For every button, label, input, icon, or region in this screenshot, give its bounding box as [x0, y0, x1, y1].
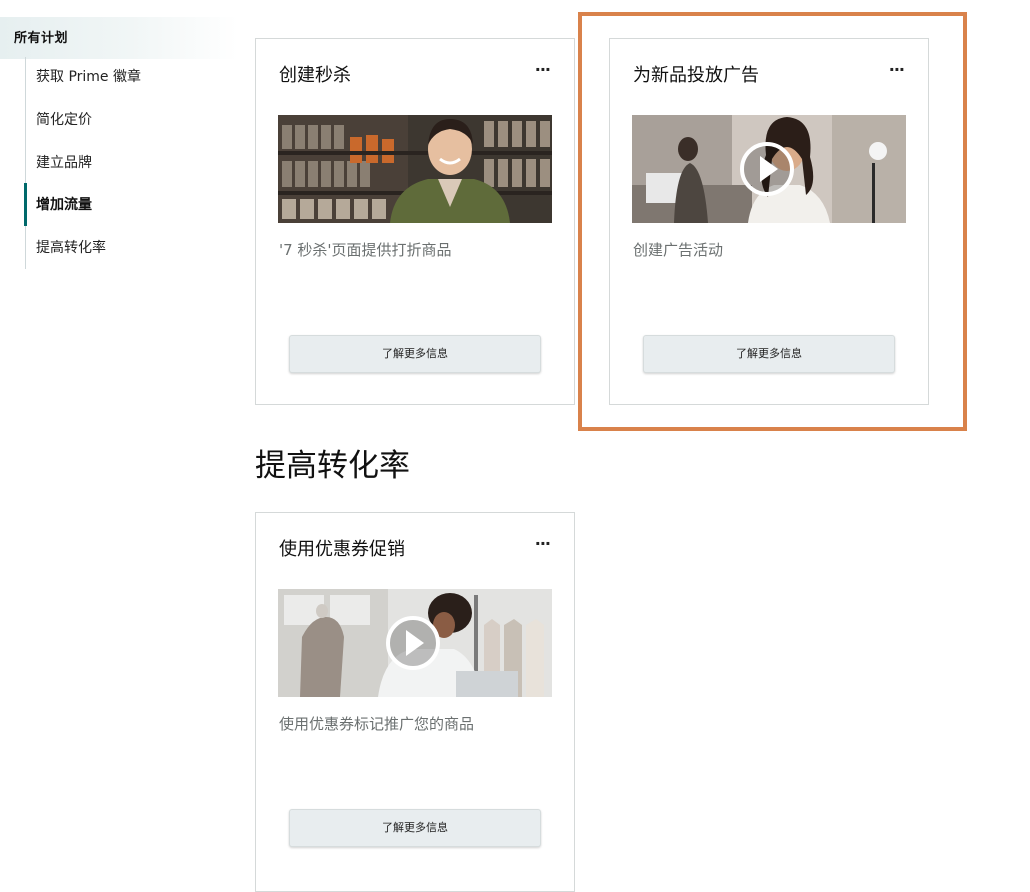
more-options-icon[interactable]: ···: [535, 60, 551, 79]
sidebar-all-plans-link[interactable]: 所有计划: [14, 27, 68, 46]
sidebar-rail: [25, 57, 26, 269]
card-advertise-new-products: 为新品投放广告 ··· 创建广告活动 了解更多信息: [609, 38, 929, 405]
card-title: 创建秒杀: [279, 65, 351, 86]
card-coupon-promotion: 使用优惠券促销 ··· 使用优惠券标记推广您的商品 了解更多信息: [255, 512, 575, 892]
more-options-icon[interactable]: ···: [535, 534, 551, 553]
card-description: '7 秒杀'页面提供打折商品: [279, 241, 452, 259]
card-description: 创建广告活动: [633, 241, 724, 259]
card-image-shop-owner: [278, 115, 552, 223]
play-icon[interactable]: [738, 141, 796, 197]
sidebar-active-marker: [24, 183, 27, 226]
learn-more-button[interactable]: 了解更多信息: [289, 335, 541, 373]
more-options-icon[interactable]: ···: [889, 60, 905, 79]
card-description: 使用优惠券标记推广您的商品: [279, 715, 475, 733]
card-video-thumbnail[interactable]: [278, 589, 552, 697]
card-video-thumbnail[interactable]: [632, 115, 906, 223]
section-heading: 提高转化率: [255, 448, 410, 484]
card-title: 使用优惠券促销: [279, 539, 405, 560]
sidebar-item-improve-conversion[interactable]: 提高转化率: [36, 237, 106, 257]
sidebar-item-prime-badge[interactable]: 获取 Prime 徽章: [36, 66, 141, 86]
play-icon[interactable]: [384, 615, 442, 671]
sidebar-item-build-brand[interactable]: 建立品牌: [36, 152, 92, 172]
card-lightning-deal: 创建秒杀 ··· '7 秒杀'页面提供打折商品 了解更多信息: [255, 38, 575, 405]
sidebar-item-simplify-pricing[interactable]: 简化定价: [36, 109, 92, 129]
learn-more-button[interactable]: 了解更多信息: [643, 335, 895, 373]
learn-more-button[interactable]: 了解更多信息: [289, 809, 541, 847]
sidebar-item-increase-traffic[interactable]: 增加流量: [36, 194, 92, 214]
card-title: 为新品投放广告: [633, 65, 759, 86]
